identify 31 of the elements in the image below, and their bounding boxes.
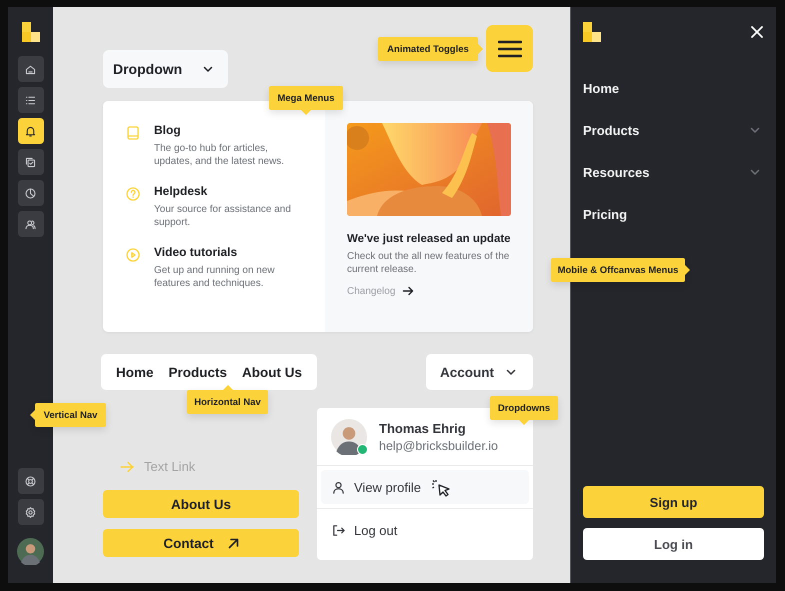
callout-label: Mega Menus [269, 86, 343, 110]
dropdown-button[interactable]: Dropdown [103, 50, 228, 88]
user-name: Thomas Ehrig [379, 420, 467, 436]
callout-label: Horizontal Nav [187, 390, 268, 414]
menu-item-title[interactable]: Video tutorials [154, 245, 307, 259]
mobile-menu-item[interactable]: Pricing [583, 193, 764, 235]
nav-link[interactable]: Home [116, 364, 154, 380]
account-dropdown[interactable]: Account [426, 354, 533, 390]
mobile-menu-item[interactable]: Resources [583, 151, 764, 193]
callout-label: Animated Toggles [378, 37, 478, 61]
mobile-menu-item[interactable]: Products [583, 109, 764, 151]
menu-item-title[interactable]: Blog [154, 123, 307, 137]
menu-item-description: Get up and running on new features and techniques. [154, 264, 276, 290]
user-email: help@bricksbuilder.io [379, 438, 498, 452]
menu-item-description: Your source for assistance and support. [154, 203, 292, 229]
menu-item-description: The go-to hub for articles, updates, and the latest news. [154, 142, 286, 168]
sign-up-button[interactable]: Sign up [583, 486, 764, 518]
menu-item[interactable]: View profile [321, 470, 529, 504]
nav-link[interactable]: Products [168, 364, 228, 380]
feature-description: Check out the all new features of the current release. [347, 250, 510, 276]
action-button[interactable]: Contact [103, 529, 299, 557]
action-button[interactable]: About Us [103, 490, 299, 518]
callout-label: Mobile & Offcanvas Menus [551, 258, 685, 282]
nav-link[interactable]: About Us [242, 364, 302, 380]
callout-label: Vertical Nav [35, 403, 106, 427]
mobile-menu-item[interactable]: Home [583, 67, 764, 109]
callout-label: Dropdowns [490, 396, 558, 420]
menu-item[interactable]: Log out [321, 513, 529, 547]
log-in-button[interactable]: Log in [583, 528, 764, 560]
menu-item-title[interactable]: Helpdesk [154, 184, 307, 198]
feature-title: We've just released an update [347, 233, 511, 245]
